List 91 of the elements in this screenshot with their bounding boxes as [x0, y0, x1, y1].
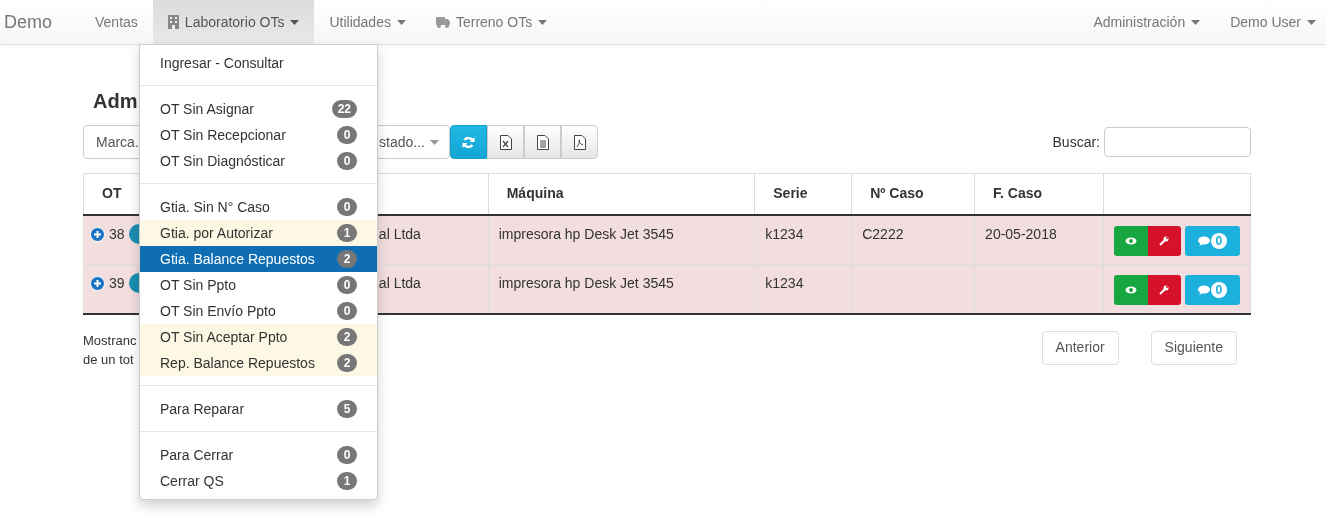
nav-item[interactable]: Demo User — [1215, 0, 1326, 44]
nav-item[interactable]: Administración — [1078, 0, 1216, 44]
menu-item-label: OT Sin Recepcionar — [160, 125, 286, 145]
menu-item-label: Gtia. por Autorizar — [160, 223, 273, 243]
table-cell-text: 39 — [109, 273, 125, 293]
wrench-icon — [1159, 235, 1170, 246]
count-badge: 1 — [337, 224, 357, 242]
menu-item-label: Gtia. Sin N° Caso — [160, 197, 270, 217]
table-cell: impresora hp Desk Jet 3545 — [498, 274, 674, 291]
menu-item[interactable]: Rep. Balance Repuestos 2 — [140, 350, 377, 376]
table-info-text: Mostranc — [83, 331, 137, 350]
excel-file-icon — [499, 134, 512, 150]
count-badge: 0 — [337, 302, 357, 320]
repair-button[interactable] — [1147, 274, 1181, 305]
menu-item[interactable]: OT Sin Aceptar Ppto 2 — [140, 324, 377, 350]
nav-item[interactable]: Terreno OTs — [420, 0, 563, 44]
menu-item-label: Para Reparar — [160, 399, 245, 419]
table-cell: al Ltda — [378, 225, 421, 242]
menu-item[interactable]: Gtia. Sin N° Caso 0 — [140, 194, 377, 220]
menu-item-label: Gtia. Balance Repuestos — [160, 249, 315, 269]
repair-button[interactable] — [1147, 225, 1181, 256]
count-badge: 22 — [331, 100, 357, 118]
pdf-button[interactable] — [561, 125, 598, 159]
menu-item-label: Ingresar - Consultar — [160, 53, 284, 73]
table-cell: C2222 — [862, 225, 904, 242]
document-button[interactable] — [524, 125, 561, 159]
eye-icon — [1124, 285, 1137, 294]
menu-item[interactable]: Cerrar QS 1 — [140, 468, 377, 494]
column-header: Nº Caso — [870, 185, 924, 202]
excel-button[interactable] — [487, 125, 524, 159]
comment-icon — [1197, 235, 1210, 246]
table-cell: k1234 — [765, 274, 804, 291]
menu-item-label: OT Sin Diagnósticar — [160, 151, 285, 171]
menu-item[interactable]: Para Cerrar 0 — [140, 442, 377, 468]
eye-icon — [1124, 236, 1137, 245]
menu-item-label: Rep. Balance Repuestos — [160, 353, 315, 373]
nav-item[interactable]: Utilidades — [314, 0, 421, 44]
column-header: F. Caso — [993, 185, 1043, 202]
menu-item[interactable]: OT Sin Ppto 0 — [140, 272, 377, 298]
brand-name[interactable]: Demo — [0, 0, 80, 44]
menu-item[interactable]: Gtia. por Autorizar 1 — [140, 220, 377, 246]
count-badge: 0 — [337, 276, 357, 294]
column-header: Máquina — [506, 185, 564, 202]
pagination-button[interactable]: Anterior — [1041, 330, 1119, 365]
comment-icon — [1197, 284, 1210, 295]
pagination-button[interactable]: Siguiente — [1150, 330, 1237, 365]
table-cell: al Ltda — [378, 274, 421, 291]
menu-item[interactable]: OT Sin Recepcionar 0 — [140, 122, 377, 148]
count-badge: 0 — [337, 198, 357, 216]
count-badge: 2 — [337, 354, 357, 372]
table-cell: k1234 — [765, 225, 804, 242]
table-cell: 20-05-2018 — [985, 225, 1057, 242]
building-icon — [167, 15, 179, 29]
menu-item-label: OT Sin Envío Ppto — [160, 301, 276, 321]
menu-item[interactable]: Gtia. Balance Repuestos 2 — [140, 246, 377, 272]
nav-item[interactable]: Ventas — [80, 0, 153, 44]
document-icon — [536, 134, 549, 150]
wrench-icon — [1159, 284, 1170, 295]
menu-item-label: Cerrar QS — [160, 471, 224, 491]
menu-item[interactable]: OT Sin Asignar 22 — [140, 96, 377, 122]
search-label: Buscar: — [1052, 132, 1100, 152]
view-button[interactable] — [1113, 225, 1148, 256]
menu-item-label: Para Cerrar — [160, 445, 234, 465]
column-header: Serie — [773, 185, 808, 202]
menu-item[interactable]: OT Sin Envío Ppto 0 — [140, 298, 377, 324]
refresh-icon — [462, 135, 475, 149]
view-button[interactable] — [1113, 274, 1148, 305]
page-heading: Adm — [93, 89, 138, 114]
pdf-file-icon — [573, 134, 586, 150]
count-badge: 0 — [337, 152, 357, 170]
table-cell: impresora hp Desk Jet 3545 — [498, 225, 674, 242]
menu-item[interactable]: Para Reparar 5 — [140, 396, 377, 422]
menu-item[interactable]: Ingresar - Consultar — [140, 50, 377, 76]
menu-item-label: OT Sin Ppto — [160, 275, 236, 295]
table-info-text: de un tot — [83, 351, 135, 369]
search-field[interactable] — [1104, 127, 1251, 157]
menu-item-label: OT Sin Asignar — [160, 99, 254, 119]
column-header: OT — [102, 185, 122, 202]
menu-item[interactable]: OT Sin Diagnósticar 0 — [140, 148, 377, 174]
count-badge: 0 — [337, 126, 357, 144]
count-badge: 1 — [337, 472, 357, 490]
count-badge: 2 — [337, 328, 357, 346]
menu-item-label: OT Sin Aceptar Ppto — [160, 327, 288, 347]
nav-item[interactable]: Laboratorio OTs — [152, 0, 315, 44]
expand-icon — [90, 275, 105, 291]
count-badge: 5 — [337, 400, 357, 418]
count-badge: 0 — [337, 446, 357, 464]
expand-icon — [90, 226, 105, 242]
truck-icon — [435, 16, 450, 28]
table-cell-text: 38 — [109, 224, 125, 244]
count-badge: 2 — [337, 250, 357, 268]
